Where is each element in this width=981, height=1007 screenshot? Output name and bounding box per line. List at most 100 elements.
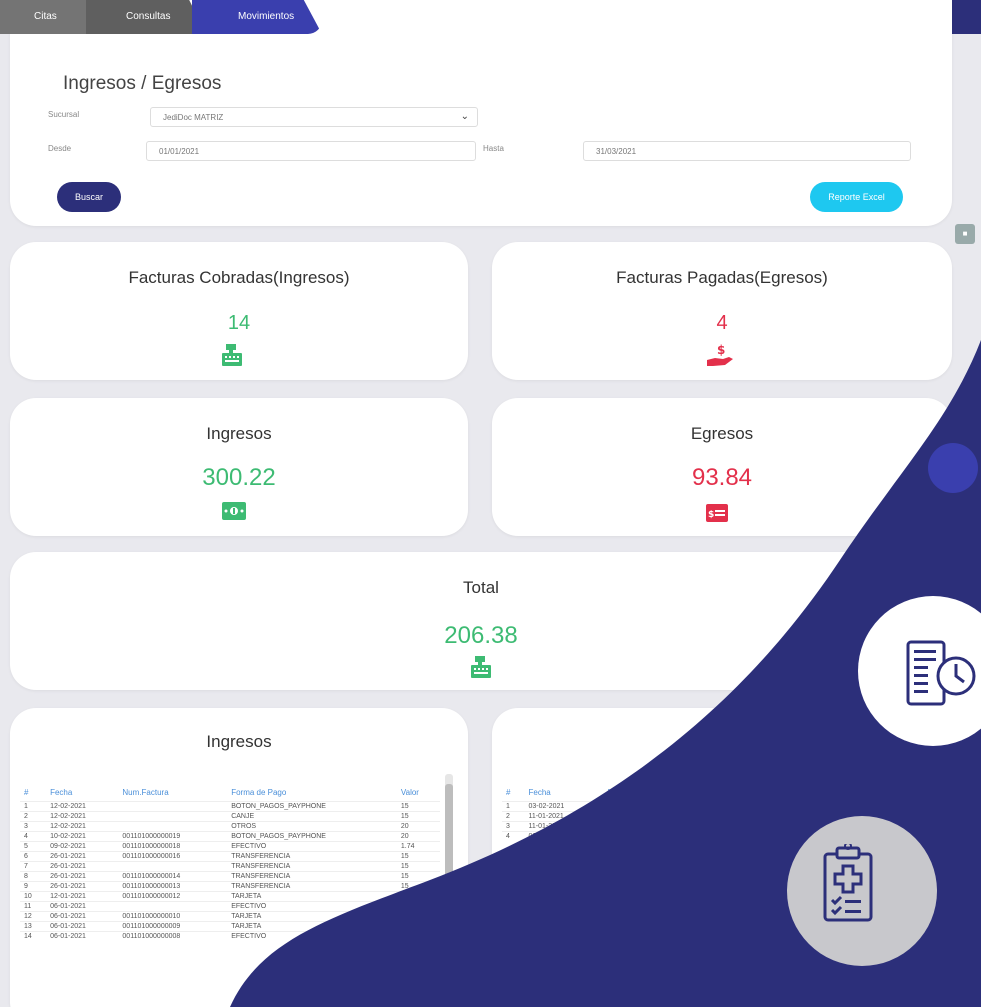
floating-action-button[interactable] (928, 443, 978, 493)
total-title: Total (463, 578, 499, 597)
table-header-row: # Fecha Num.Factura Forma de Pago Valor (20, 784, 440, 802)
column-header[interactable]: Provee (702, 784, 762, 802)
chevron-down-icon: ⌄ (460, 111, 469, 122)
table-cell (118, 811, 228, 822)
table-row[interactable]: 7 26-01-2021 TRANSFERENCIA 15 (20, 861, 440, 872)
table-cell: 001101000000013 (118, 881, 228, 892)
facturas-pagadas-card: Facturas Pagadas(Egresos) 4 $ (492, 242, 952, 380)
facturas-cobradas-title: Facturas Cobradas(Ingresos) (128, 268, 350, 287)
table-cell: 8 (20, 871, 47, 882)
facturas-cobradas-card: Facturas Cobradas(Ingresos) 14 (10, 242, 468, 380)
table-row[interactable]: 3 11-01-2021 (502, 821, 762, 832)
table-row[interactable]: 5 09-02-2021 001101000000018 EFECTIVO 1.74 (20, 841, 440, 852)
facturas-pagadas-title: Facturas Pagadas(Egresos) (616, 268, 828, 287)
page-title: Ingresos / Egresos (63, 73, 222, 94)
desde-date-input[interactable]: 01/01/2021 (146, 141, 476, 161)
table-row[interactable]: 2 12-02-2021 CANJE 15 (20, 811, 440, 822)
table-cell: 09-02-2021 (46, 841, 119, 852)
table-cell: 15 (396, 811, 440, 822)
table-row[interactable]: 8 26-01-2021 001101000000014 TRANSFERENCIA 1… (20, 871, 440, 882)
table-cell: EFECTIVO (227, 901, 397, 912)
total-card: Total 206.38 (10, 552, 952, 690)
table-cell: 06-01-2021 (46, 921, 119, 932)
table-cell: 1 (502, 801, 525, 812)
table-cell: 1.74 (396, 841, 440, 852)
table-cell: BOTON_PAGOS_PAYPHONE (227, 831, 397, 842)
table-cell: 4 (20, 831, 47, 842)
table-row[interactable]: 1 12-02-2021 BOTON_PAGOS_PAYPHONE 15 (20, 801, 440, 812)
table-cell: EFECTIVO (227, 841, 397, 852)
column-header[interactable]: Num.Factura (118, 784, 227, 802)
table-cell: TRANSFERENCIA (227, 861, 397, 872)
table-row[interactable]: 4 10-02-2021 001101000000019 BOTON_PAGOS_PA… (20, 831, 440, 842)
table-cell: 06-01-2021 (46, 911, 119, 922)
table-cell: 4 (502, 831, 525, 841)
column-header[interactable]: Num.Factura (604, 784, 702, 802)
table-cell: 20 (396, 821, 440, 832)
column-header[interactable]: Forma de Pago (227, 784, 397, 802)
table-cell: 12-02-2021 (46, 801, 119, 812)
egresos-card-title: Egresos (690, 424, 754, 443)
table-row[interactable]: 2 11-01-2021 2 (502, 811, 762, 822)
table-cell: 26-01-2021 (46, 871, 119, 882)
module-tabs: Citas Consultas Movimientos (0, 0, 322, 34)
table-row[interactable]: 3 12-02-2021 OTROS 20 (20, 821, 440, 832)
table-row[interactable]: 6 26-01-2021 001101000000016 TRANSFERENCIA 1… (20, 851, 440, 862)
table-cell: 5 (20, 841, 47, 852)
column-header[interactable]: # (502, 784, 525, 802)
medical-record-button[interactable] (787, 816, 937, 966)
egresos-table: # Fecha Num.Factura Provee 1 03-02-2021 12456… (502, 784, 762, 841)
cash-register-icon (222, 344, 242, 366)
table-row[interactable]: 12 06-01-2021 001101000000010 TARJETA (20, 911, 440, 922)
ingresos-card: Ingresos 300.22 (10, 398, 468, 536)
scrollbar-thumb[interactable] (445, 784, 453, 1007)
sucursal-select[interactable]: JediDoc MATRIZ ⌄ (150, 107, 478, 127)
ingresos-table-scrollbar[interactable] (445, 774, 453, 1007)
table-cell (118, 901, 228, 912)
table-cell (701, 821, 762, 832)
hand-dollar-icon: $ (707, 343, 733, 366)
table-row[interactable]: 9 26-01-2021 001101000000013 TRANSFERENCIA 1… (20, 881, 440, 892)
tab-citas[interactable]: Citas (0, 0, 100, 34)
column-header[interactable]: Fecha (46, 784, 118, 802)
ingresos-table-title: Ingresos (206, 732, 272, 751)
table-cell: TRANSFERENCIA (227, 851, 397, 862)
table-cell: ME (701, 801, 762, 812)
table-cell: 001101000000008 (118, 931, 228, 941)
table-cell: 15 (396, 881, 440, 892)
table-cell: 26-01-2021 (46, 851, 119, 862)
reporte-excel-button[interactable]: Reporte Excel (810, 182, 903, 212)
column-header[interactable]: Valor (397, 784, 440, 802)
tab-consultas[interactable]: Consultas (86, 0, 206, 34)
table-row[interactable]: 11 06-01-2021 EFECTIVO 40.25 (20, 901, 440, 912)
table-cell: 9 (20, 881, 47, 892)
table-row[interactable]: 10 12-01-2021 001101000000012 TARJETA 56.98 (20, 891, 440, 902)
report-clock-icon (906, 640, 976, 706)
table-cell: OTROS (227, 821, 397, 832)
table-cell: 40.25 (396, 901, 440, 912)
table-cell: 12 (20, 911, 47, 922)
table-header-row: # Fecha Num.Factura Provee (502, 784, 762, 802)
table-row[interactable]: 4 06-01-2021 (502, 831, 762, 841)
table-cell: TARJETA (227, 921, 397, 932)
hasta-date-input[interactable]: 31/03/2021 (583, 141, 911, 161)
table-cell: 7 (20, 861, 47, 872)
total-value: 206.38 (444, 622, 518, 649)
table-cell: 001101000000010 (118, 911, 228, 922)
table-row[interactable]: 13 06-01-2021 001101000000009 TARJETA (20, 921, 440, 932)
tab-movimientos[interactable]: Movimientos (192, 0, 322, 34)
column-header[interactable]: # (20, 784, 46, 802)
banknote-icon (222, 502, 246, 520)
table-cell: 06-01-2021 (46, 901, 119, 912)
table-cell: 15 (396, 871, 440, 882)
buscar-button[interactable]: Buscar (57, 182, 121, 212)
table-cell: TARJETA (227, 911, 397, 922)
table-row[interactable]: 1 03-02-2021 12456398 ME (502, 801, 762, 812)
side-toggle-button[interactable]: ■ (955, 224, 975, 244)
table-cell: 12-02-2021 (46, 821, 119, 832)
column-header[interactable]: Fecha (525, 784, 604, 802)
table-cell: 13 (20, 921, 47, 932)
table-cell: TARJETA (227, 891, 397, 902)
facturas-pagadas-value: 4 (716, 312, 728, 334)
table-row[interactable]: 14 06-01-2021 001101000000008 EFECTIVO (20, 931, 440, 941)
